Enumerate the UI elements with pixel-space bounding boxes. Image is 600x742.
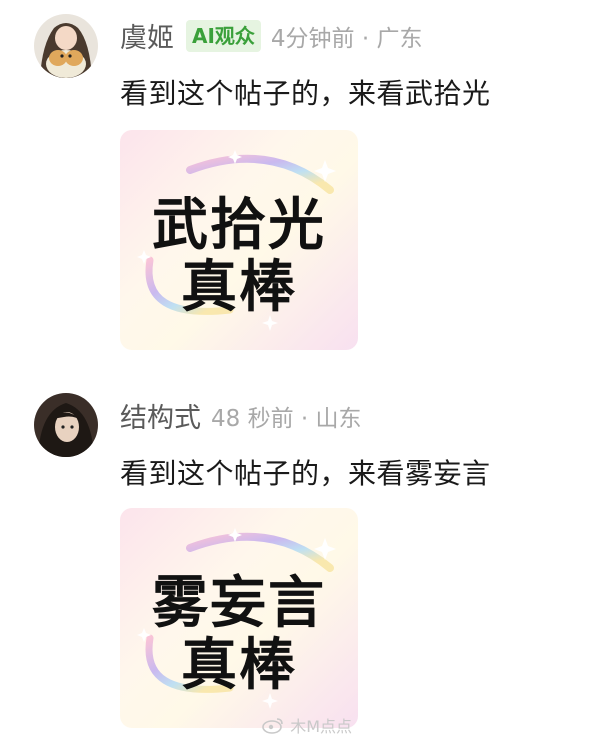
comment-feed: 虞姬 AI观众 4分钟前 · 广东 看到这个帖子的，来看武拾光 武拾光 真棒 结… bbox=[0, 0, 600, 742]
avatar[interactable] bbox=[34, 393, 98, 457]
username[interactable]: 虞姬 bbox=[120, 16, 174, 55]
username[interactable]: 结构式 bbox=[120, 396, 201, 435]
card-praise-text: 真棒 bbox=[181, 254, 297, 320]
avatar-image bbox=[34, 14, 98, 78]
timestamp-location: 4分钟前 · 广东 bbox=[270, 25, 423, 52]
watermark: 木M点点 bbox=[262, 713, 352, 737]
watermark-text: 木M点点 bbox=[290, 717, 352, 736]
comment-text: 看到这个帖子的，来看武拾光 bbox=[120, 77, 491, 110]
avatar[interactable] bbox=[34, 14, 98, 78]
avatar-image bbox=[34, 393, 98, 457]
sticker-card[interactable]: 武拾光 真棒 bbox=[120, 130, 358, 350]
card-praise-text: 真棒 bbox=[181, 632, 297, 698]
weibo-icon bbox=[262, 718, 283, 734]
comment-meta: 结构式 48 秒前 · 山东 bbox=[120, 396, 362, 435]
timestamp-location: 48 秒前 · 山东 bbox=[211, 405, 362, 432]
comment-meta: 虞姬 AI观众 4分钟前 · 广东 bbox=[120, 16, 423, 55]
comment-text: 看到这个帖子的，来看雾妄言 bbox=[120, 457, 491, 490]
sticker-card[interactable]: 雾妄言 真棒 bbox=[120, 508, 358, 728]
ai-viewer-badge: AI观众 bbox=[186, 19, 261, 52]
